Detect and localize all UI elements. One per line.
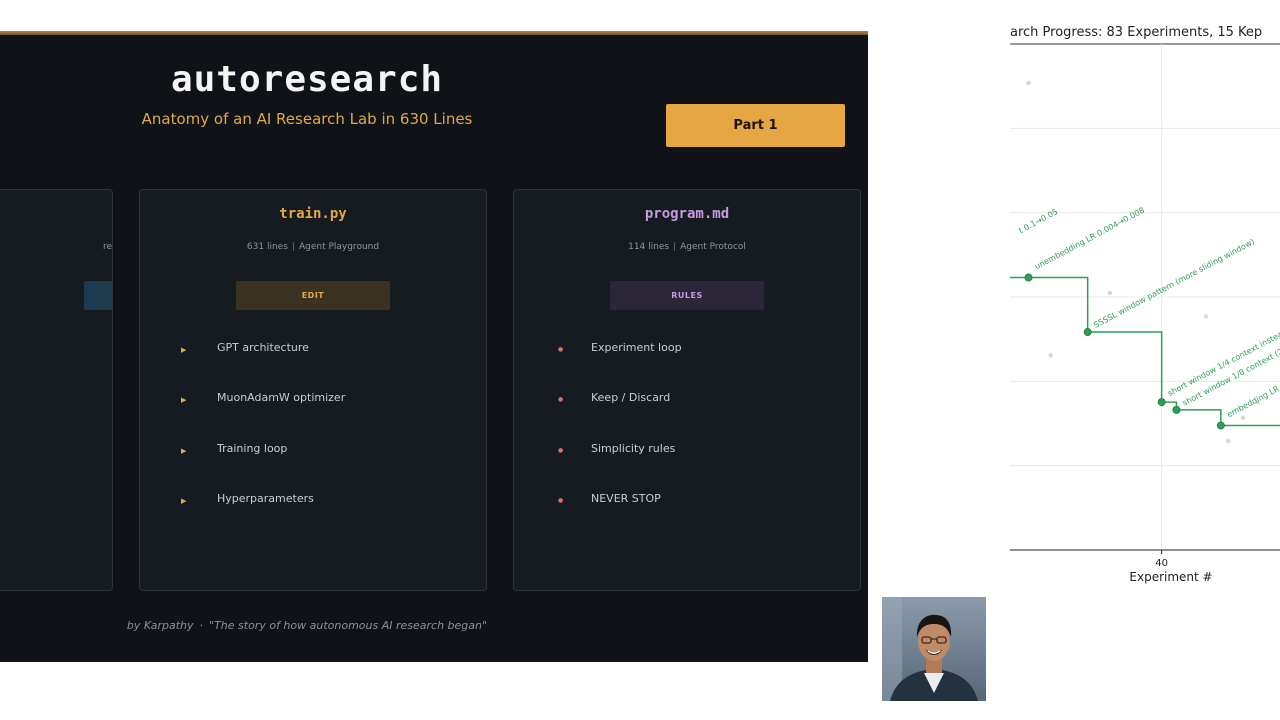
kept-point [1024, 273, 1033, 282]
list-item-label: Experiment loop [591, 341, 682, 354]
list-item-label: Hyperparameters [217, 492, 314, 505]
footer-separator: · [199, 619, 204, 632]
list-item: ● Keep / Discard [514, 390, 860, 410]
discarded-point [1226, 438, 1231, 444]
discarded-point [1026, 80, 1031, 86]
meta-separator: | [291, 242, 295, 252]
slide-subtitle: Anatomy of an AI Research Lab in 630 Lin… [141, 110, 473, 128]
kept-point [1216, 421, 1225, 430]
list-item-label: MuonAdamW optimizer [217, 391, 346, 404]
card-program: program.md 114 lines | Agent Protocol RULE… [513, 189, 861, 591]
screen: autoresearch Anatomy of an AI Research L… [0, 0, 1280, 720]
x-axis-label: Experiment # [1129, 570, 1212, 584]
list-item: ▶ MuonAdamW optimizer [140, 390, 486, 410]
card-lines: 114 lines [628, 242, 670, 252]
x-tick-label: 40 [1155, 558, 1168, 569]
footer-quote: "The story of how autonomous AI research… [209, 619, 488, 632]
slide-accent-line [0, 31, 868, 35]
webcam-feed [882, 597, 986, 701]
list-item: ● Experiment loop [514, 340, 860, 360]
slide-title: autoresearch [170, 59, 444, 100]
kept-point [1157, 398, 1166, 407]
list-item: ▶ GPT architecture [140, 340, 486, 360]
list-item-label: Training loop [217, 442, 288, 455]
progress-chart: arch Progress: 83 Experiments, 15 Kep 40… [1008, 20, 1280, 590]
list-item: ● NEVER STOP [514, 491, 860, 511]
triangle-bullet-icon: ▶ [181, 497, 187, 505]
card-title: program.md [644, 206, 730, 222]
list-item-label: GPT architecture [217, 341, 309, 354]
list-item: ▶ Hyperparameters [140, 491, 486, 511]
dot-bullet-icon: ● [558, 346, 564, 353]
kept-point [1083, 328, 1092, 337]
meta-separator: | [673, 242, 677, 252]
card-role: Agent Playground [298, 242, 380, 252]
card-meta: re [102, 242, 112, 252]
list-item: ● Simplicity rules [514, 441, 860, 461]
list-item-label: Simplicity rules [591, 442, 676, 455]
annotation-label: t 0.1→0.05 [1017, 207, 1059, 235]
list-item-label: NEVER STOP [591, 492, 661, 505]
presentation-slide: autoresearch Anatomy of an AI Research L… [0, 31, 868, 662]
card-role: Agent Protocol [680, 242, 746, 252]
card-train: train.py 631 lines | Agent Playground EDIT… [139, 189, 487, 591]
footer-author: by Karpathy [126, 619, 194, 632]
list-item-label: Keep / Discard [591, 391, 671, 404]
presenter-avatar-icon [882, 597, 986, 701]
discarded-point [1107, 290, 1113, 296]
card-lines: 631 lines [246, 242, 288, 252]
edit-tag: EDIT [236, 281, 390, 310]
card-prepare: re [0, 189, 113, 591]
card-tag [84, 281, 112, 310]
discarded-point [1203, 314, 1209, 319]
card-title: train.py [279, 206, 347, 222]
discarded-point [1048, 353, 1053, 358]
triangle-bullet-icon: ▶ [181, 396, 187, 404]
list-item: ▶ Training loop [140, 441, 486, 461]
card-meta: 631 lines | Agent Playground [140, 242, 486, 252]
kept-point [1172, 405, 1181, 414]
chart-canvas: 40Experiment #t 0.1→0.05unembedding LR 0… [1010, 43, 1280, 584]
part-button[interactable]: Part 1 [666, 104, 845, 147]
triangle-bullet-icon: ▶ [181, 346, 187, 354]
triangle-bullet-icon: ▶ [181, 447, 187, 455]
dot-bullet-icon: ● [558, 396, 564, 403]
annotation-label: SSSSL window pattern (more sliding windo… [1092, 237, 1256, 330]
dot-bullet-icon: ● [558, 447, 564, 454]
rules-tag: RULES [610, 281, 764, 310]
dot-bullet-icon: ● [558, 497, 564, 504]
card-meta: 114 lines | Agent Protocol [514, 242, 860, 252]
slide-footer: by Karpathy · "The story of how autonomous… [0, 619, 614, 632]
discarded-point [1240, 415, 1246, 420]
